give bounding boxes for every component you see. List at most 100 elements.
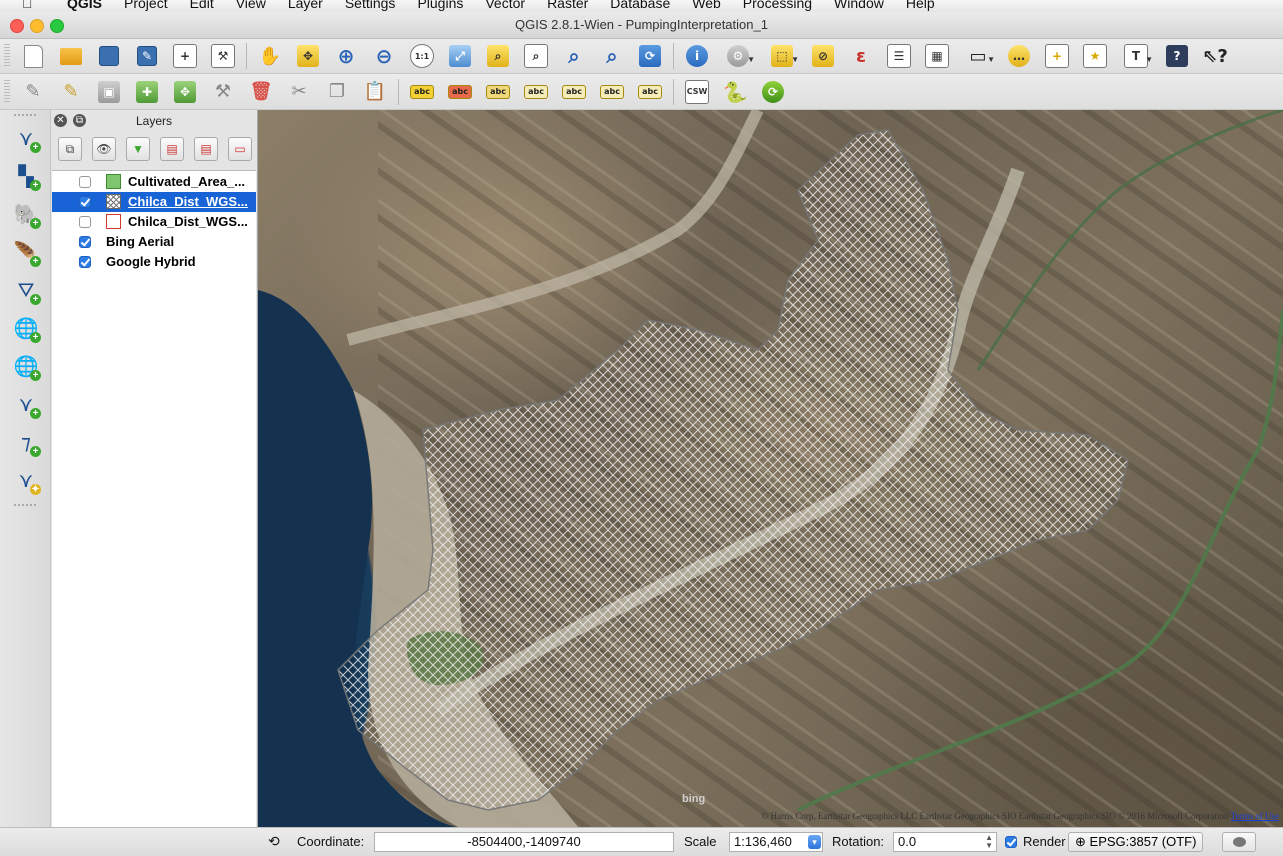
identify-button[interactable]: i	[682, 42, 712, 70]
add-wms-layer-button[interactable]: 🌐 +	[12, 314, 41, 343]
pin-labels-button[interactable]: abc	[445, 78, 475, 106]
layer-row-chilca-dist-hatched[interactable]: Chilca_Dist_WGS...	[52, 192, 256, 212]
composer-manager-button[interactable]: ⚒	[208, 42, 238, 70]
menu-plugins[interactable]: Plugins	[406, 0, 474, 11]
text-annotation-button[interactable]: T ▼	[1118, 42, 1154, 70]
move-label-button[interactable]: abc	[559, 78, 589, 106]
terms-of-use-link[interactable]: Terms of Use	[1231, 811, 1279, 821]
crs-status-button[interactable]: ⊕ EPSG:3857 (OTF)	[1068, 832, 1204, 852]
menu-view[interactable]: View	[225, 0, 277, 11]
new-shapefile-layer-button[interactable]: ⋎ ✦	[12, 466, 41, 495]
delete-selected-button[interactable]: 🗑	[246, 78, 276, 106]
metasearch-button[interactable]: CSW	[682, 78, 712, 106]
new-project-button[interactable]	[18, 42, 48, 70]
spinner-arrows-icon[interactable]: ▲ ▼	[985, 834, 993, 850]
menu-layer[interactable]: Layer	[277, 0, 334, 11]
map-tips-button[interactable]: …	[1004, 42, 1034, 70]
menu-settings[interactable]: Settings	[334, 0, 407, 11]
save-edits-button[interactable]: ▣	[94, 78, 124, 106]
layer-visibility-checkbox[interactable]	[79, 256, 91, 268]
pan-to-selection-button[interactable]: ✥	[293, 42, 323, 70]
whats-this-button[interactable]: ⇖?	[1200, 42, 1230, 70]
select-by-expression-button[interactable]: ε	[846, 42, 876, 70]
open-project-button[interactable]	[56, 42, 86, 70]
cut-features-button[interactable]: ✂	[284, 78, 314, 106]
zoom-native-button[interactable]: 1:1	[407, 42, 437, 70]
current-edits-button[interactable]: ✎	[18, 78, 48, 106]
change-label-button[interactable]: abc	[635, 78, 665, 106]
render-checkbox[interactable]	[1005, 836, 1017, 848]
zoom-next-button[interactable]: ⌕	[597, 42, 627, 70]
toolbar-grip[interactable]	[4, 44, 10, 68]
collapse-all-button[interactable]: ▤	[194, 137, 218, 161]
help-button[interactable]: ?	[1162, 42, 1192, 70]
menu-database[interactable]: Database	[599, 0, 681, 11]
move-feature-button[interactable]: ✥	[170, 78, 200, 106]
run-action-button[interactable]: ⚙ ▼	[720, 42, 756, 70]
zoom-out-button[interactable]: ⊖	[369, 42, 399, 70]
pan-button[interactable]: ✋	[255, 42, 285, 70]
toolbar-grip[interactable]	[14, 114, 36, 116]
save-project-button[interactable]	[94, 42, 124, 70]
new-bookmark-button[interactable]: +	[1042, 42, 1072, 70]
rotate-label-button[interactable]: abc	[597, 78, 627, 106]
menu-qgis[interactable]: QGIS	[56, 0, 113, 11]
add-raster-layer-button[interactable]: ▚ +	[12, 162, 41, 191]
new-print-composer-button[interactable]: +	[170, 42, 200, 70]
menu-raster[interactable]: Raster	[536, 0, 599, 11]
layer-row-chilca-dist-outline[interactable]: Chilca_Dist_WGS...	[52, 212, 256, 232]
coordinate-toggle-icon[interactable]: ⟲	[268, 833, 280, 850]
node-tool-button[interactable]: ⚒	[208, 78, 238, 106]
layer-visibility-checkbox[interactable]	[79, 216, 91, 228]
add-spatialite-layer-button[interactable]: 🪶 +	[12, 238, 41, 267]
menu-web[interactable]: Web	[681, 0, 732, 11]
layer-labeling-button[interactable]: abc	[407, 78, 437, 106]
highlight-pinned-labels-button[interactable]: abc	[483, 78, 513, 106]
layer-row-google-hybrid[interactable]: Google Hybrid	[52, 252, 256, 272]
add-postgis-layer-button[interactable]: 🐘 +	[12, 200, 41, 229]
zoom-to-selection-button[interactable]: ⌕	[483, 42, 513, 70]
apple-menu-icon[interactable]: 	[22, 0, 40, 11]
toolbar-grip[interactable]	[14, 504, 36, 506]
menu-vector[interactable]: Vector	[474, 0, 536, 11]
zoom-full-button[interactable]: ⤢	[445, 42, 475, 70]
menu-edit[interactable]: Edit	[179, 0, 225, 11]
attribute-table-button[interactable]: ☰	[884, 42, 914, 70]
add-wfs-layer-button[interactable]: ⋎ +	[12, 390, 41, 419]
show-bookmarks-button[interactable]: ★	[1080, 42, 1110, 70]
statistics-button[interactable]: ▦	[922, 42, 952, 70]
messages-button[interactable]	[1222, 832, 1256, 852]
menu-project[interactable]: Project	[113, 0, 179, 11]
filter-legend-button[interactable]: ▼	[126, 137, 150, 161]
layer-row-cultivated-area[interactable]: Cultivated_Area_...	[52, 172, 256, 192]
add-mssql-layer-button[interactable]: ⛛ +	[12, 276, 41, 305]
layer-visibility-checkbox[interactable]	[79, 196, 91, 208]
rotation-spinbox[interactable]: 0.0 ▲ ▼	[893, 832, 997, 852]
toggle-editing-button[interactable]: ✎	[56, 78, 86, 106]
select-features-button[interactable]: ⬚ ▼	[764, 42, 800, 70]
toolbar-grip[interactable]	[4, 79, 10, 104]
layer-visibility-checkbox[interactable]	[79, 176, 91, 188]
map-canvas[interactable]: bing © Harris Corp, Earthstar Geographic…	[258, 110, 1283, 827]
menu-help[interactable]: Help	[895, 0, 946, 11]
measure-button[interactable]: ▭ ▼	[960, 42, 996, 70]
coordinate-field[interactable]: -8504400,-1409740	[374, 832, 674, 852]
menu-processing[interactable]: Processing	[732, 0, 823, 11]
paste-features-button[interactable]: 📋	[360, 78, 390, 106]
add-feature-button[interactable]: ✚	[132, 78, 162, 106]
save-as-button[interactable]: ✎	[132, 42, 162, 70]
zoom-to-layer-button[interactable]: ⌕	[521, 42, 551, 70]
python-console-button[interactable]: 🐍	[720, 78, 750, 106]
scale-combobox[interactable]: 1:136,460 ▾	[729, 832, 823, 852]
zoom-in-button[interactable]: ⊕	[331, 42, 361, 70]
add-vector-layer-button[interactable]: ⋎ +	[12, 124, 41, 153]
remove-layer-button[interactable]: ▭	[228, 137, 252, 161]
add-delimited-text-layer-button[interactable]: ⁊ +	[12, 428, 41, 457]
expand-all-button[interactable]: ▤	[160, 137, 184, 161]
copy-features-button[interactable]: ❐	[322, 78, 352, 106]
layer-row-bing-aerial[interactable]: Bing Aerial	[52, 232, 256, 252]
show-hide-labels-button[interactable]: abc	[521, 78, 551, 106]
menu-window[interactable]: Window	[823, 0, 895, 11]
zoom-last-button[interactable]: ⌕	[559, 42, 589, 70]
deselect-button[interactable]: ⊘	[808, 42, 838, 70]
